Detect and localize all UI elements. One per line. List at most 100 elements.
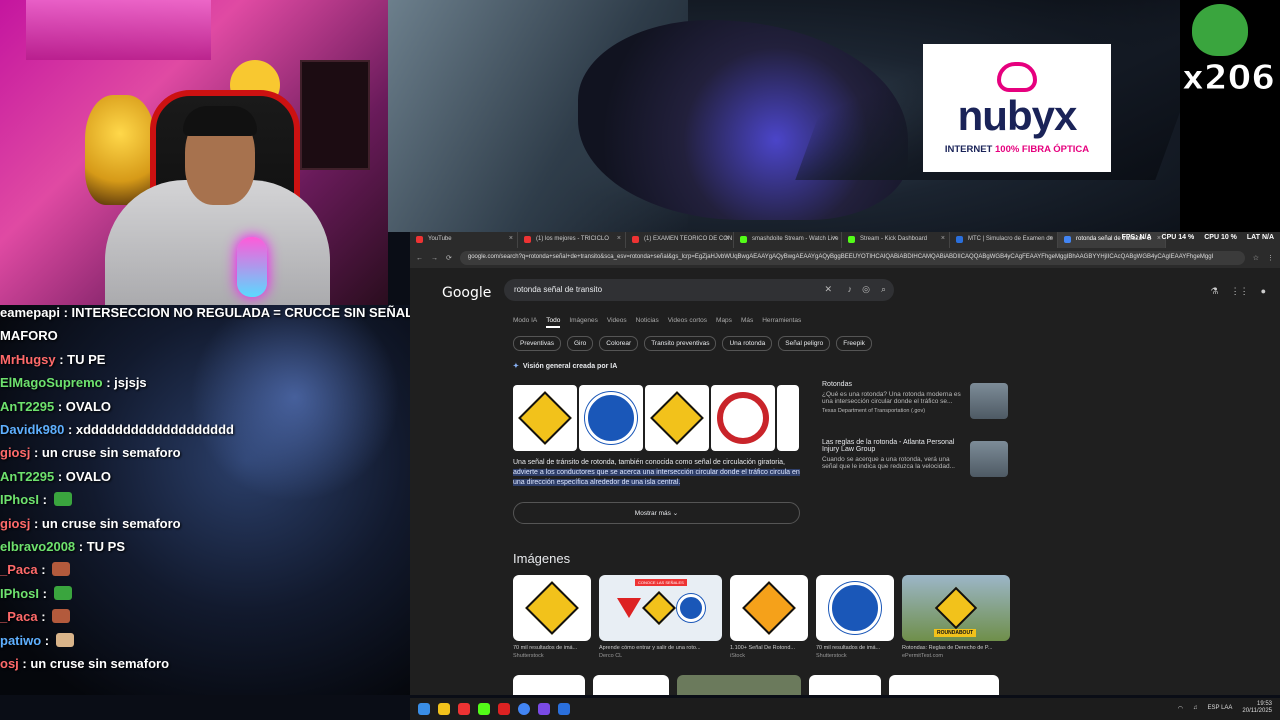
refine-chip[interactable]: Colorear: [599, 336, 639, 351]
start-icon[interactable]: [418, 703, 430, 715]
google-logo[interactable]: Google: [442, 285, 491, 301]
volume-icon[interactable]: ♫: [1193, 705, 1198, 711]
close-tab-icon[interactable]: ×: [1049, 235, 1053, 242]
filter-tab[interactable]: Herramientas: [762, 317, 801, 328]
chat-text: :: [39, 585, 51, 601]
filter-tab[interactable]: Videos cortos: [668, 317, 707, 328]
extensions-icon[interactable]: ⋮: [1267, 254, 1274, 262]
app-icon[interactable]: [498, 703, 510, 715]
chat-username[interactable]: _Paca: [0, 562, 38, 577]
ai-image[interactable]: [711, 385, 775, 451]
image-result[interactable]: [513, 675, 585, 695]
voice-search-icon[interactable]: ♪: [848, 284, 853, 294]
ai-image[interactable]: [777, 385, 799, 451]
lens-icon[interactable]: ◎: [862, 284, 870, 295]
file-explorer-icon[interactable]: [438, 703, 450, 715]
app-icon[interactable]: [478, 703, 490, 715]
image-result[interactable]: [593, 675, 669, 695]
chat-username[interactable]: Davidk980: [0, 422, 64, 437]
image-result[interactable]: [889, 675, 999, 695]
chat-username[interactable]: AnT2295: [0, 469, 54, 484]
back-icon[interactable]: ←: [416, 255, 423, 262]
chat-username[interactable]: giosj: [0, 516, 30, 531]
address-bar-row: ← → ⟳ google.com/search?q=rotonda+señal+…: [410, 248, 1280, 268]
image-result[interactable]: 70 mil resultados de imá... Shutterstock: [513, 575, 591, 659]
reload-icon[interactable]: ⟳: [446, 254, 452, 262]
refine-chip[interactable]: Señal peligro: [778, 336, 831, 351]
chat-username[interactable]: ElMagoSupremo: [0, 375, 103, 390]
language-indicator[interactable]: ESP LAA: [1208, 705, 1233, 711]
app-icon[interactable]: [458, 703, 470, 715]
image-result[interactable]: 1.100+ Señal De Rotond... iStock: [730, 575, 808, 659]
account-avatar[interactable]: ●: [1261, 286, 1266, 297]
windows-taskbar: ◠ ♫ ESP LAA 19:53 20/11/2025: [410, 698, 1280, 720]
chat-username[interactable]: giosj: [0, 445, 30, 460]
ai-image[interactable]: [579, 385, 643, 451]
labs-icon[interactable]: ⚗: [1210, 286, 1218, 297]
wifi-icon[interactable]: ◠: [1178, 705, 1183, 712]
close-tab-icon[interactable]: ×: [725, 235, 729, 242]
chat-username[interactable]: IPhosI: [0, 586, 39, 601]
filter-tab[interactable]: Imágenes: [569, 317, 598, 328]
source-card[interactable]: Las reglas de la rotonda - Atlanta Perso…: [822, 439, 1012, 497]
ai-image[interactable]: [645, 385, 709, 451]
chat-username[interactable]: MrHugsy: [0, 352, 56, 367]
image-result[interactable]: [677, 675, 801, 695]
chat-text: : un cruse sin semaforo: [18, 656, 170, 671]
chat-message: patiwo :: [0, 632, 74, 648]
browser-tab[interactable]: (1) los mejores - TRICICLO ×: [518, 232, 626, 248]
filter-tab[interactable]: Todo: [546, 317, 561, 328]
browser-tab[interactable]: (1) EXAMEN TEORICO DE CON ×: [626, 232, 734, 248]
browser-tab[interactable]: MTC | Simulacro de Examen de ×: [950, 232, 1058, 248]
search-icon[interactable]: ⌕: [881, 284, 886, 295]
refine-chip[interactable]: Giro: [566, 336, 594, 351]
steam-icon[interactable]: [558, 703, 570, 715]
discord-icon[interactable]: [538, 703, 550, 715]
filter-tab[interactable]: Más: [741, 317, 753, 328]
chat-username[interactable]: eamepapi: [0, 305, 60, 320]
browser-tab[interactable]: YouTube ×: [410, 232, 518, 248]
source-card[interactable]: Rotondas ¿Qué es una rotonda? Una rotonda…: [822, 381, 1012, 439]
close-tab-icon[interactable]: ×: [509, 235, 513, 242]
chat-username[interactable]: elbravo2008: [0, 539, 75, 554]
filter-tab[interactable]: Videos: [607, 317, 627, 328]
chat-username[interactable]: _Paca: [0, 609, 38, 624]
browser-tab[interactable]: smashdoite Stream - Watch Live ×: [734, 232, 842, 248]
image-result[interactable]: ROUNDABOUT Rotondas: Reglas de Derecho d…: [902, 575, 1010, 659]
chat-message: MAFORO: [0, 328, 58, 343]
favicon-icon: [524, 236, 531, 243]
apps-grid-icon[interactable]: ⋮⋮: [1231, 286, 1249, 297]
clear-icon[interactable]: ✕: [824, 284, 832, 295]
search-box[interactable]: rotonda señal de transito ✕ ♪ ◎ ⌕: [504, 279, 894, 301]
filter-tab[interactable]: Modo IA: [513, 317, 537, 328]
image-result[interactable]: 70 mil resultados de imá... Shutterstock: [816, 575, 894, 659]
image-result[interactable]: [809, 675, 881, 695]
refine-chip[interactable]: Preventivas: [513, 336, 561, 351]
show-more-button[interactable]: Mostrar más ⌄: [513, 502, 800, 524]
ai-image[interactable]: [513, 385, 577, 451]
chat-text: : jsjsjs: [102, 375, 147, 391]
refine-chip[interactable]: Freepik: [836, 336, 872, 351]
search-filter-tabs: Modo IA Todo Imágenes Videos Noticias Videos …: [513, 317, 801, 328]
chat-username[interactable]: AnT2295: [0, 399, 54, 414]
close-tab-icon[interactable]: ×: [833, 235, 837, 242]
chrome-icon[interactable]: [518, 703, 530, 715]
filter-tab[interactable]: Maps: [716, 317, 732, 328]
browser-tab[interactable]: Stream - Kick Dashboard ×: [842, 232, 950, 248]
chat-message: _Paca :: [0, 609, 71, 624]
close-tab-icon[interactable]: ×: [941, 235, 945, 242]
search-query[interactable]: rotonda señal de transito: [514, 285, 602, 294]
close-tab-icon[interactable]: ×: [617, 235, 621, 242]
refine-chip[interactable]: Transito preventivas: [644, 336, 717, 351]
refine-chip[interactable]: Una rotonda: [722, 336, 773, 351]
chat-message: IPhosI :: [0, 585, 72, 601]
clock[interactable]: 19:53 20/11/2025: [1242, 701, 1272, 715]
chat-username[interactable]: IPhosI: [0, 492, 39, 507]
filter-tab[interactable]: Noticias: [636, 317, 659, 328]
bookmark-star-icon[interactable]: ☆: [1253, 254, 1259, 262]
forward-icon[interactable]: →: [431, 255, 438, 262]
url-field[interactable]: google.com/search?q=rotonda+señal+de+tra…: [459, 251, 1245, 265]
chat-username[interactable]: patiwo: [0, 633, 41, 648]
image-result[interactable]: CONOCE LAS SEÑALES Aprende cómo entrar y…: [599, 575, 722, 659]
chat-username[interactable]: osj: [0, 656, 19, 671]
